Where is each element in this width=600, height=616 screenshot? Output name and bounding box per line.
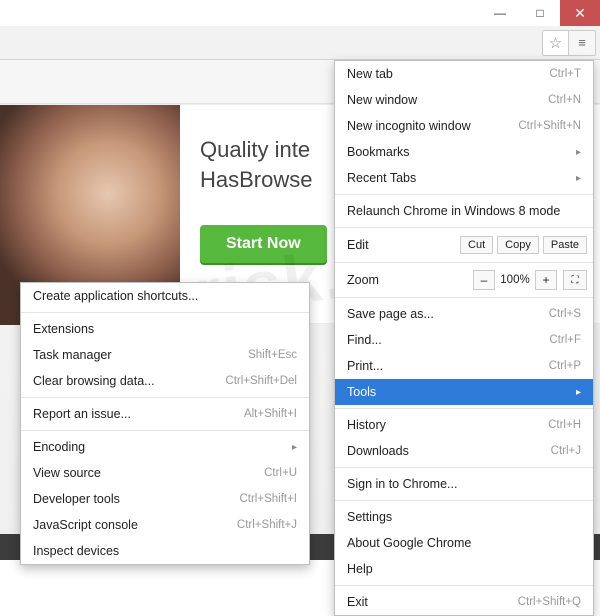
- menu-find[interactable]: Find...Ctrl+F: [335, 327, 593, 353]
- zoom-label: Zoom: [347, 273, 471, 287]
- hero-heading: Quality inteHasBrowse: [200, 135, 312, 194]
- menu-signin[interactable]: Sign in to Chrome...: [335, 471, 593, 497]
- zoom-out-button[interactable]: –: [473, 270, 495, 290]
- menu-recent-tabs[interactable]: Recent Tabs▸: [335, 165, 593, 191]
- menu-relaunch-win8[interactable]: Relaunch Chrome in Windows 8 mode: [335, 198, 593, 224]
- zoom-in-button[interactable]: +: [535, 270, 557, 290]
- bookmark-star-icon[interactable]: ☆: [542, 30, 568, 56]
- chrome-main-menu: New tabCtrl+T New windowCtrl+N New incog…: [334, 60, 594, 616]
- cut-button[interactable]: Cut: [460, 236, 493, 254]
- submenu-inspect-devices[interactable]: Inspect devices: [21, 538, 309, 564]
- zoom-value: 100%: [497, 274, 533, 286]
- submenu-js-console[interactable]: JavaScript consoleCtrl+Shift+J: [21, 512, 309, 538]
- chevron-right-icon: ▸: [292, 442, 297, 453]
- menu-downloads[interactable]: DownloadsCtrl+J: [335, 438, 593, 464]
- menu-zoom-row: Zoom – 100% + ⛶: [335, 266, 593, 294]
- menu-tools[interactable]: Tools▸: [335, 379, 593, 405]
- window-close-button[interactable]: ✕: [560, 0, 600, 26]
- submenu-view-source[interactable]: View sourceCtrl+U: [21, 460, 309, 486]
- edit-label: Edit: [347, 238, 456, 252]
- window-minimize-button[interactable]: —: [480, 0, 520, 26]
- chevron-right-icon: ▸: [576, 173, 581, 184]
- window-titlebar: — □ ✕: [0, 0, 600, 26]
- submenu-encoding[interactable]: Encoding▸: [21, 434, 309, 460]
- chevron-right-icon: ▸: [576, 147, 581, 158]
- submenu-report-issue[interactable]: Report an issue...Alt+Shift+I: [21, 401, 309, 427]
- copy-button[interactable]: Copy: [497, 236, 539, 254]
- menu-exit[interactable]: ExitCtrl+Shift+Q: [335, 589, 593, 615]
- menu-new-tab[interactable]: New tabCtrl+T: [335, 61, 593, 87]
- submenu-devtools[interactable]: Developer toolsCtrl+Shift+I: [21, 486, 309, 512]
- submenu-task-manager[interactable]: Task managerShift+Esc: [21, 342, 309, 368]
- paste-button[interactable]: Paste: [543, 236, 587, 254]
- menu-about[interactable]: About Google Chrome: [335, 530, 593, 556]
- tools-submenu: Create application shortcuts... Extensio…: [20, 282, 310, 565]
- fullscreen-button[interactable]: ⛶: [563, 270, 587, 290]
- menu-edit-row: Edit Cut Copy Paste: [335, 231, 593, 259]
- menu-print[interactable]: Print...Ctrl+P: [335, 353, 593, 379]
- menu-history[interactable]: HistoryCtrl+H: [335, 412, 593, 438]
- menu-settings[interactable]: Settings: [335, 504, 593, 530]
- menu-incognito[interactable]: New incognito windowCtrl+Shift+N: [335, 113, 593, 139]
- main-menu-button[interactable]: ≡: [568, 30, 596, 56]
- menu-save-page[interactable]: Save page as...Ctrl+S: [335, 301, 593, 327]
- menu-new-window[interactable]: New windowCtrl+N: [335, 87, 593, 113]
- start-now-button[interactable]: Start Now: [200, 225, 327, 263]
- chevron-right-icon: ▸: [576, 387, 581, 398]
- submenu-extensions[interactable]: Extensions: [21, 316, 309, 342]
- submenu-clear-data[interactable]: Clear browsing data...Ctrl+Shift+Del: [21, 368, 309, 394]
- submenu-create-shortcuts[interactable]: Create application shortcuts...: [21, 283, 309, 309]
- window-maximize-button[interactable]: □: [520, 0, 560, 26]
- browser-toolbar: ☆ ≡: [0, 26, 600, 60]
- menu-bookmarks[interactable]: Bookmarks▸: [335, 139, 593, 165]
